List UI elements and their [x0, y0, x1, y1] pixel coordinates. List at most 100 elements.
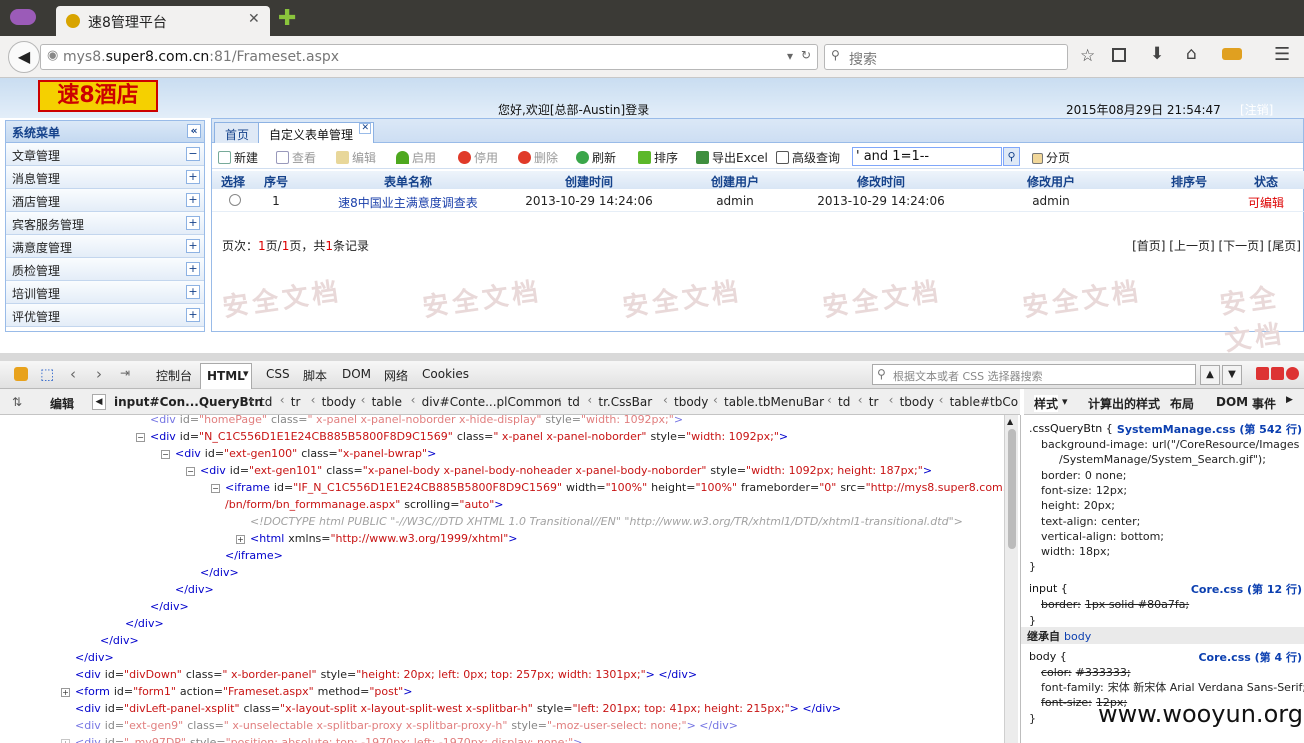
html-tree-node[interactable]: </div>	[186, 565, 239, 581]
url-bar[interactable]: ◉ mys8.super8.com.cn:81/Frameset.aspx ▾ …	[40, 44, 818, 70]
advanced-query-button[interactable]: 高级查询	[776, 149, 840, 166]
disable-button[interactable]: 停用	[458, 149, 498, 166]
html-tree-node[interactable]: − <div id="N_C1C556D1E1E24CB885B5800F8D9C1…	[136, 429, 788, 445]
breadcrumb-item[interactable]: tbody	[674, 395, 708, 409]
query-input[interactable]: ' and 1=1--	[852, 147, 1002, 166]
css-property[interactable]: border: 1px solid #80a7fa;	[1041, 597, 1189, 612]
html-tree-node[interactable]: +<divid="_my97DP"style="position: absolu…	[61, 735, 582, 743]
checkbox-checked-icon[interactable]	[1032, 153, 1043, 164]
css-property[interactable]: color: #333333;	[1041, 665, 1131, 680]
sidebar-item[interactable]: 酒店管理 +	[6, 189, 204, 212]
tab-form-manage[interactable]: 自定义表单管理 ✕	[258, 122, 375, 143]
sort-button[interactable]: 排序	[638, 149, 678, 166]
css-source-link[interactable]: SystemManage.css (第 542 行)	[1117, 421, 1302, 437]
new-button[interactable]: 新建	[218, 149, 258, 166]
html-tree-node[interactable]: − <div id="ext-gen100" class="x-panel-bwrap…	[161, 446, 436, 462]
html-tree-node[interactable]: </div>	[61, 650, 114, 666]
sidebar-item[interactable]: 质检管理 +	[6, 258, 204, 281]
expand-toggle-icon[interactable]: +	[236, 535, 245, 544]
edit-button[interactable]: 编辑	[50, 395, 74, 412]
expand-icon[interactable]: +	[186, 193, 200, 207]
side-panel-tab[interactable]: 样式	[1034, 395, 1059, 412]
expand-toggle-icon[interactable]: −	[211, 484, 220, 493]
css-selector[interactable]: .cssQueryBtn {	[1029, 421, 1113, 436]
reload-icon[interactable]: ↻	[801, 48, 811, 62]
search-up-icon[interactable]: ▲	[1200, 365, 1220, 385]
side-panel-tab[interactable]: 布局	[1170, 395, 1194, 412]
sidebar-item[interactable]: 培训管理 +	[6, 281, 204, 304]
html-tree-node[interactable]: + <form id="form1" action="Frameset.aspx" me…	[61, 684, 412, 700]
row-select-radio[interactable]	[229, 194, 241, 206]
scroll-thumb[interactable]	[1008, 429, 1016, 549]
back-button[interactable]: ◀	[8, 41, 40, 73]
sidebar-item[interactable]: 满意度管理 +	[6, 235, 204, 258]
refresh-button[interactable]: 刷新	[576, 149, 616, 166]
devtools-splitter[interactable]	[0, 353, 1304, 361]
breadcrumb-item[interactable]: td	[838, 395, 850, 409]
sidebar-item[interactable]: 文章管理 −	[6, 143, 204, 166]
edit-button[interactable]: 编辑	[336, 149, 376, 166]
paging-toggle[interactable]: 分页	[1032, 149, 1070, 166]
css-property[interactable]: /SystemManage/System_Search.gif");	[1041, 452, 1266, 467]
html-tree-node[interactable]: </iframe>	[211, 548, 283, 564]
grid-column-header[interactable]: 排序号	[1148, 173, 1230, 190]
grid-column-header[interactable]: 修改用户	[954, 173, 1148, 190]
breadcrumb-item[interactable]: tr	[291, 395, 301, 409]
html-tree-node[interactable]: </div>	[86, 633, 139, 649]
side-panel-tab[interactable]: DOM	[1216, 395, 1248, 409]
break-on-mutate-icon[interactable]: ⇅	[12, 395, 22, 409]
side-panel-tab[interactable]: 计算出的样式	[1088, 395, 1160, 412]
grid-column-header[interactable]: 表单名称	[300, 173, 516, 190]
html-tree-node[interactable]: <div id="ext-gen9" class=" x-unselectable …	[61, 718, 738, 734]
view-button[interactable]: 查看	[276, 149, 316, 166]
sidebar-item[interactable]: 消息管理 +	[6, 166, 204, 189]
download-icon[interactable]: ⬇	[1150, 44, 1164, 64]
css-selector[interactable]: body {	[1029, 649, 1067, 664]
html-tree-node[interactable]: </div>	[136, 599, 189, 615]
close-tab-icon[interactable]: ✕	[248, 11, 260, 27]
enable-button[interactable]: 启用	[396, 149, 436, 166]
back-icon[interactable]: ‹	[70, 365, 76, 383]
css-property[interactable]: background-image: url("/CoreResource/Imag…	[1041, 437, 1299, 452]
row-status[interactable]: 可编辑	[1230, 194, 1302, 211]
breadcrumb-item[interactable]: div#Conte...plCommon	[422, 395, 562, 409]
devtools-tab[interactable]: 网络	[384, 367, 408, 384]
css-property[interactable]: border: 0 none;	[1041, 468, 1126, 483]
detach-icon[interactable]	[1271, 367, 1284, 380]
expand-icon[interactable]: −	[186, 147, 200, 161]
new-tab-button[interactable]: ✚	[278, 6, 296, 31]
grid-column-header[interactable]: 创建时间	[516, 173, 662, 190]
expand-icon[interactable]: +	[186, 170, 200, 184]
grid-column-header[interactable]: 序号	[254, 173, 298, 190]
css-property[interactable]: text-align: center;	[1041, 514, 1140, 529]
html-tree-node[interactable]: − <iframe id="IF_N_C1C556D1E1E24CB885B5800…	[211, 480, 1004, 496]
breadcrumb-item[interactable]: td	[568, 395, 580, 409]
home-icon[interactable]: ⌂	[1186, 44, 1197, 64]
html-tree-node[interactable]: <div id="divLeft-panel-xsplit" class="x-la…	[61, 701, 841, 717]
table-row[interactable]: 1 速8中国业主满意度调查表 2013-10-29 14:24:06 admin…	[212, 190, 1304, 212]
expand-toggle-icon[interactable]: −	[161, 450, 170, 459]
sidebar-item[interactable]: 评优管理 +	[6, 304, 204, 327]
devtools-tab[interactable]: Cookies	[422, 367, 469, 381]
css-source-link[interactable]: Core.css (第 4 行)	[1198, 649, 1302, 665]
breadcrumb-item[interactable]: tbody	[900, 395, 934, 409]
html-tree-node[interactable]: </div>	[161, 582, 214, 598]
menu-icon[interactable]: ☰	[1274, 44, 1290, 65]
logout-link[interactable]: [注销]	[1240, 101, 1273, 118]
devtools-tab[interactable]: 脚本	[303, 367, 327, 384]
devtools-tab[interactable]: DOM	[342, 367, 371, 381]
html-tree-node[interactable]: + <html xmlns="http://www.w3.org/1999/xhtm…	[236, 531, 518, 547]
inspect-icon[interactable]: ⬚	[40, 365, 54, 383]
breadcrumb-item[interactable]: input#Con...QueryBtn	[114, 395, 263, 409]
side-panel-tab[interactable]: 事件	[1252, 395, 1276, 412]
firebug-icon[interactable]	[14, 367, 28, 381]
expand-toggle-icon[interactable]: −	[186, 467, 195, 476]
close-tab-icon[interactable]: ✕	[359, 123, 372, 134]
expand-toggle-icon[interactable]: −	[136, 433, 145, 442]
search-down-icon[interactable]: ▼	[1222, 365, 1242, 385]
row-form-name[interactable]: 速8中国业主满意度调查表	[300, 194, 516, 211]
pager-nav[interactable]: [首页] [上一页] [下一页] [尾页]	[1132, 237, 1301, 254]
expand-icon[interactable]: +	[186, 216, 200, 230]
css-property[interactable]: font-size: 12px;	[1041, 483, 1127, 498]
css-property[interactable]: height: 20px;	[1041, 498, 1115, 513]
